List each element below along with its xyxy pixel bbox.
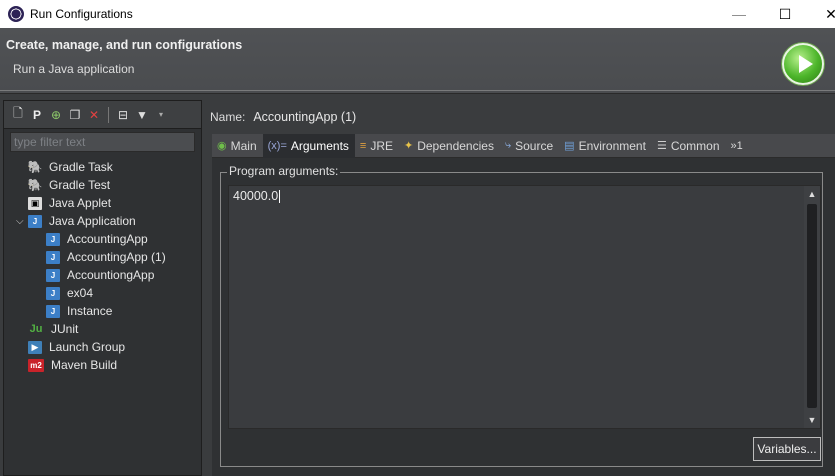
window-title-bar: Run Configurations — ☐ ✕ bbox=[0, 0, 835, 28]
tab-label: Main bbox=[230, 138, 257, 153]
tree-item[interactable]: J AccountingApp bbox=[4, 230, 201, 248]
toolbar-separator bbox=[108, 106, 109, 123]
tree-item-label: Maven Build bbox=[51, 358, 118, 372]
jre-tab-icon: ≡ bbox=[359, 139, 367, 152]
tree-item[interactable]: ⌵ J Java Application bbox=[4, 212, 201, 230]
tab-label: Common bbox=[670, 138, 720, 153]
java-app-icon: J bbox=[46, 304, 60, 318]
config-editor: Name: AccountingApp (1) ◉ Main (x)= Argumen… bbox=[206, 100, 835, 476]
tab-main[interactable]: ◉ Main bbox=[212, 134, 263, 158]
tree-item-label: AccountingApp (1) bbox=[67, 250, 166, 264]
tab-label: Environment bbox=[578, 138, 646, 153]
tab-common[interactable]: ☰ Common bbox=[652, 134, 726, 158]
java-app-icon: J bbox=[46, 286, 60, 300]
filter-input[interactable]: type filter text bbox=[10, 132, 195, 152]
environment-tab-icon: ▤ bbox=[564, 140, 575, 152]
new-prototype-icon[interactable]: P bbox=[29, 107, 45, 123]
scroll-up-icon[interactable]: ▲ bbox=[804, 186, 820, 202]
maximize-button[interactable]: ☐ bbox=[762, 0, 808, 28]
applet-icon: ▣ bbox=[28, 196, 42, 210]
java-app-icon: J bbox=[28, 214, 42, 228]
filter-menu-icon[interactable]: ▾ bbox=[153, 107, 169, 123]
tab-label: Arguments bbox=[290, 138, 349, 153]
tree-item[interactable]: Ju JUnit bbox=[4, 320, 201, 338]
main-tab-icon: ◉ bbox=[217, 140, 227, 152]
scroll-down-icon[interactable]: ▼ bbox=[804, 412, 820, 428]
tree-item[interactable]: Jex04 bbox=[4, 284, 201, 302]
gradle-icon: 🐘 bbox=[27, 160, 43, 174]
tree-item[interactable]: J AccountingApp (1) bbox=[4, 248, 201, 266]
tab-arguments[interactable]: (x)= Arguments bbox=[262, 133, 355, 158]
maven-icon: m2 bbox=[28, 358, 44, 372]
tree-item[interactable]: J AccountiongApp bbox=[4, 266, 201, 284]
tree-item-label: JUnit bbox=[51, 322, 79, 336]
program-arguments-input[interactable]: 40000.0 ▲ ▼ bbox=[228, 185, 821, 429]
text-caret bbox=[279, 190, 281, 204]
minimize-button[interactable]: — bbox=[716, 0, 762, 28]
tree-item-label: ex04 bbox=[67, 286, 94, 300]
name-label: Name: bbox=[210, 110, 246, 124]
java-app-icon: J bbox=[46, 268, 60, 282]
name-field[interactable]: AccountingApp (1) bbox=[251, 108, 831, 126]
tab-source[interactable]: ⤷ Source bbox=[500, 134, 559, 158]
tree-item-label: Launch Group bbox=[49, 340, 126, 354]
delete-icon[interactable]: ✕ bbox=[86, 107, 102, 123]
tree-item-label: Gradle Task bbox=[49, 160, 113, 174]
new-config-icon[interactable]: 🗋 bbox=[10, 106, 26, 123]
program-arguments-text: 40000.0 bbox=[233, 189, 281, 204]
java-app-icon: J bbox=[46, 232, 60, 246]
tree-item[interactable]: ▣ Java Applet bbox=[4, 194, 201, 212]
banner-heading: Create, manage, and run configurations bbox=[6, 38, 243, 52]
tab-overflow-button[interactable]: »1 bbox=[726, 134, 749, 158]
tab-label: Dependencies bbox=[417, 138, 494, 153]
source-tab-icon: ⤷ bbox=[504, 139, 512, 151]
close-button[interactable]: ✕ bbox=[808, 0, 835, 28]
banner-subheading: Run a Java application bbox=[13, 62, 135, 76]
tree-item[interactable]: m2 Maven Build bbox=[4, 356, 201, 374]
arguments-tab-icon: (x)= bbox=[267, 139, 287, 152]
tree-item-label: Gradle Test bbox=[49, 178, 111, 192]
window-title: Run Configurations bbox=[30, 7, 133, 21]
tree-item[interactable]: 🐘 Gradle Task bbox=[4, 158, 201, 176]
tree-item-label: Java Application bbox=[49, 214, 136, 228]
tree-item[interactable]: ▶ Launch Group bbox=[4, 338, 201, 356]
program-arguments-label: Program arguments: bbox=[227, 164, 341, 178]
tree-item[interactable]: J Instance bbox=[4, 302, 201, 320]
launch-group-icon: ▶ bbox=[28, 340, 42, 354]
common-tab-icon: ☰ bbox=[656, 140, 667, 152]
run-icon bbox=[782, 43, 824, 85]
program-arguments-group: Program arguments: 40000.0 ▲ ▼ Variables… bbox=[220, 164, 823, 467]
variables-button[interactable]: Variables... bbox=[753, 437, 821, 461]
filter-icon[interactable]: ▼ bbox=[134, 107, 150, 123]
config-tabs: ◉ Main (x)= Arguments ≡ JRE ✦ Dependencies ⤷ Sour… bbox=[212, 133, 835, 158]
vertical-scrollbar[interactable]: ▲ ▼ bbox=[804, 186, 820, 428]
tab-label: Source bbox=[515, 138, 554, 153]
name-row: Name: AccountingApp (1) bbox=[210, 108, 831, 126]
export-icon[interactable]: ⊕ bbox=[48, 107, 64, 123]
junit-icon: Ju bbox=[29, 323, 43, 335]
tree-item-label: AccountiongApp bbox=[67, 268, 155, 282]
config-tree: 🐘 Gradle Task 🐘 Gradle Test ▣ Java Applet ⌵ J Ja… bbox=[4, 158, 201, 374]
tab-environment[interactable]: ▤ Environment bbox=[559, 134, 652, 158]
tree-item-label: Java Applet bbox=[49, 196, 112, 210]
banner-divider bbox=[0, 90, 835, 91]
duplicate-icon[interactable]: ❐ bbox=[67, 107, 83, 123]
header-banner: Create, manage, and run configurations R… bbox=[0, 28, 835, 94]
tree-item-label: Instance bbox=[67, 304, 113, 318]
java-app-icon: J bbox=[46, 250, 60, 264]
arguments-tab-panel: Program arguments: 40000.0 ▲ ▼ Variables… bbox=[212, 158, 835, 476]
scroll-thumb[interactable] bbox=[807, 204, 817, 408]
dependencies-tab-icon: ✦ bbox=[404, 140, 414, 152]
tab-label: JRE bbox=[370, 138, 393, 153]
tab-jre[interactable]: ≡ JRE bbox=[355, 134, 399, 158]
tree-item-label: AccountingApp bbox=[67, 232, 148, 246]
collapse-all-icon[interactable]: ⊟ bbox=[115, 107, 131, 123]
tree-item[interactable]: 🐘 Gradle Test bbox=[4, 176, 201, 194]
config-toolbar: 🗋 P ⊕ ❐ ✕ ⊟ ▼ ▾ bbox=[4, 101, 201, 129]
tab-dependencies[interactable]: ✦ Dependencies bbox=[399, 134, 500, 158]
expand-chevron-icon[interactable]: ⌵ bbox=[16, 216, 28, 227]
config-list-panel: 🗋 P ⊕ ❐ ✕ ⊟ ▼ ▾ type filter text 🐘 Gradle… bbox=[3, 100, 202, 476]
gradle-icon: 🐘 bbox=[27, 178, 43, 192]
eclipse-icon bbox=[8, 6, 24, 22]
